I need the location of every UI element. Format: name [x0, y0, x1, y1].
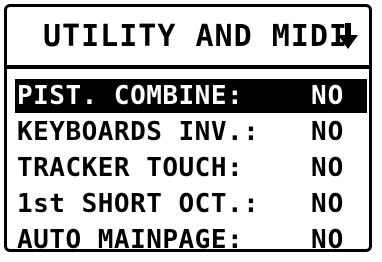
menu-item-label: PIST. COMBINE:	[17, 81, 244, 111]
menu-item-tracker-touch[interactable]: TRACKER TOUCH: NO	[15, 151, 367, 185]
menu-item-value[interactable]: NO	[311, 187, 344, 221]
settings-menu: PIST. COMBINE: NO KEYBOARDS INV.: NO TRA…	[15, 79, 367, 252]
menu-item-label: AUTO MAINPAGE:	[17, 225, 244, 252]
menu-item-label: TRACKER TOUCH:	[17, 153, 244, 183]
menu-item-auto-mainpage[interactable]: AUTO MAINPAGE: NO	[15, 223, 367, 252]
lcd-display: UTILITY AND MIDI PIST. COMBINE: NO KEYBO…	[4, 4, 372, 252]
page-title: UTILITY AND MIDI	[43, 19, 348, 54]
menu-item-label: KEYBOARDS INV.:	[17, 117, 260, 147]
down-arrow-icon	[338, 23, 358, 49]
menu-item-pist-combine[interactable]: PIST. COMBINE: NO	[15, 79, 367, 113]
menu-item-value[interactable]: NO	[311, 223, 344, 249]
title-bar: UTILITY AND MIDI	[7, 7, 369, 69]
menu-item-value[interactable]: NO	[311, 79, 344, 113]
menu-item-short-oct[interactable]: 1st SHORT OCT.: NO	[15, 187, 367, 221]
menu-item-value[interactable]: NO	[311, 151, 344, 185]
menu-item-label: 1st SHORT OCT.:	[17, 189, 260, 219]
menu-item-value[interactable]: NO	[311, 115, 344, 149]
menu-item-keyboards-inv[interactable]: KEYBOARDS INV.: NO	[15, 115, 367, 149]
